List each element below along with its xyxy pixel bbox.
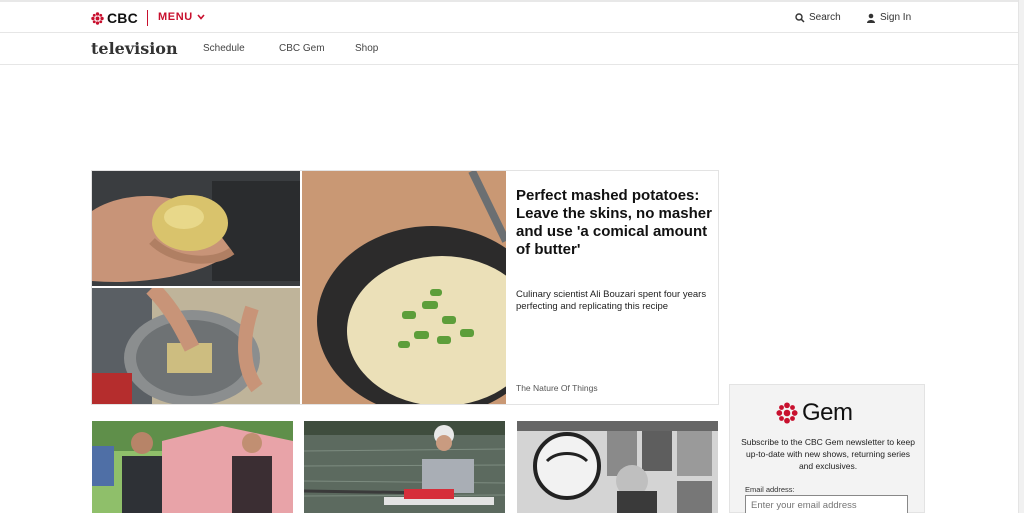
email-label: Email address: <box>745 485 795 494</box>
user-icon <box>867 13 875 23</box>
section-nav: television Schedule CBC Gem Shop <box>0 34 1018 65</box>
search-icon <box>795 12 805 23</box>
search-label: Search <box>809 12 841 23</box>
newsletter-description: Subscribe to the CBC Gem newsletter to k… <box>741 437 915 471</box>
gem-newsletter-box: Gem Subscribe to the CBC Gem newsletter … <box>729 384 925 513</box>
gem-logo: Gem <box>776 399 853 427</box>
story-card-2-image[interactable] <box>304 421 505 513</box>
hero-headline[interactable]: Perfect mashed potatoes: Leave the skins… <box>516 187 712 259</box>
story-card-1-image[interactable] <box>92 421 293 513</box>
hero-image-mashed-potatoes[interactable] <box>302 171 506 404</box>
story-card-3-image[interactable] <box>517 421 718 513</box>
search-button[interactable]: Search <box>795 12 841 23</box>
email-field[interactable] <box>745 495 908 513</box>
signin-label: Sign In <box>880 12 912 23</box>
header-divider <box>147 10 148 26</box>
gem-logo-text: Gem <box>802 399 853 426</box>
hero-deck: Culinary scientist Ali Bouzari spent fou… <box>516 289 707 312</box>
top-header: CBC MENU Search Sign In <box>0 0 1018 33</box>
cbc-logo[interactable]: CBC <box>91 9 138 27</box>
hero-image-sieve[interactable] <box>92 288 300 404</box>
hero-source[interactable]: The Nature Of Things <box>516 383 598 393</box>
nav-link-cbc-gem[interactable]: CBC Gem <box>279 43 325 54</box>
hero-image-potato-hand[interactable] <box>92 171 300 286</box>
logo-text: CBC <box>107 10 138 26</box>
cbc-gem-icon <box>776 402 798 424</box>
chevron-down-icon <box>197 14 205 20</box>
page-scrollbar[interactable] <box>1018 0 1024 513</box>
signin-button[interactable]: Sign In <box>866 12 911 23</box>
nav-link-shop[interactable]: Shop <box>355 43 378 54</box>
cbc-gem-icon <box>91 11 104 25</box>
section-title[interactable]: television <box>91 39 178 58</box>
menu-label: MENU <box>158 11 193 23</box>
nav-link-schedule[interactable]: Schedule <box>203 43 245 54</box>
menu-button[interactable]: MENU <box>158 11 205 23</box>
